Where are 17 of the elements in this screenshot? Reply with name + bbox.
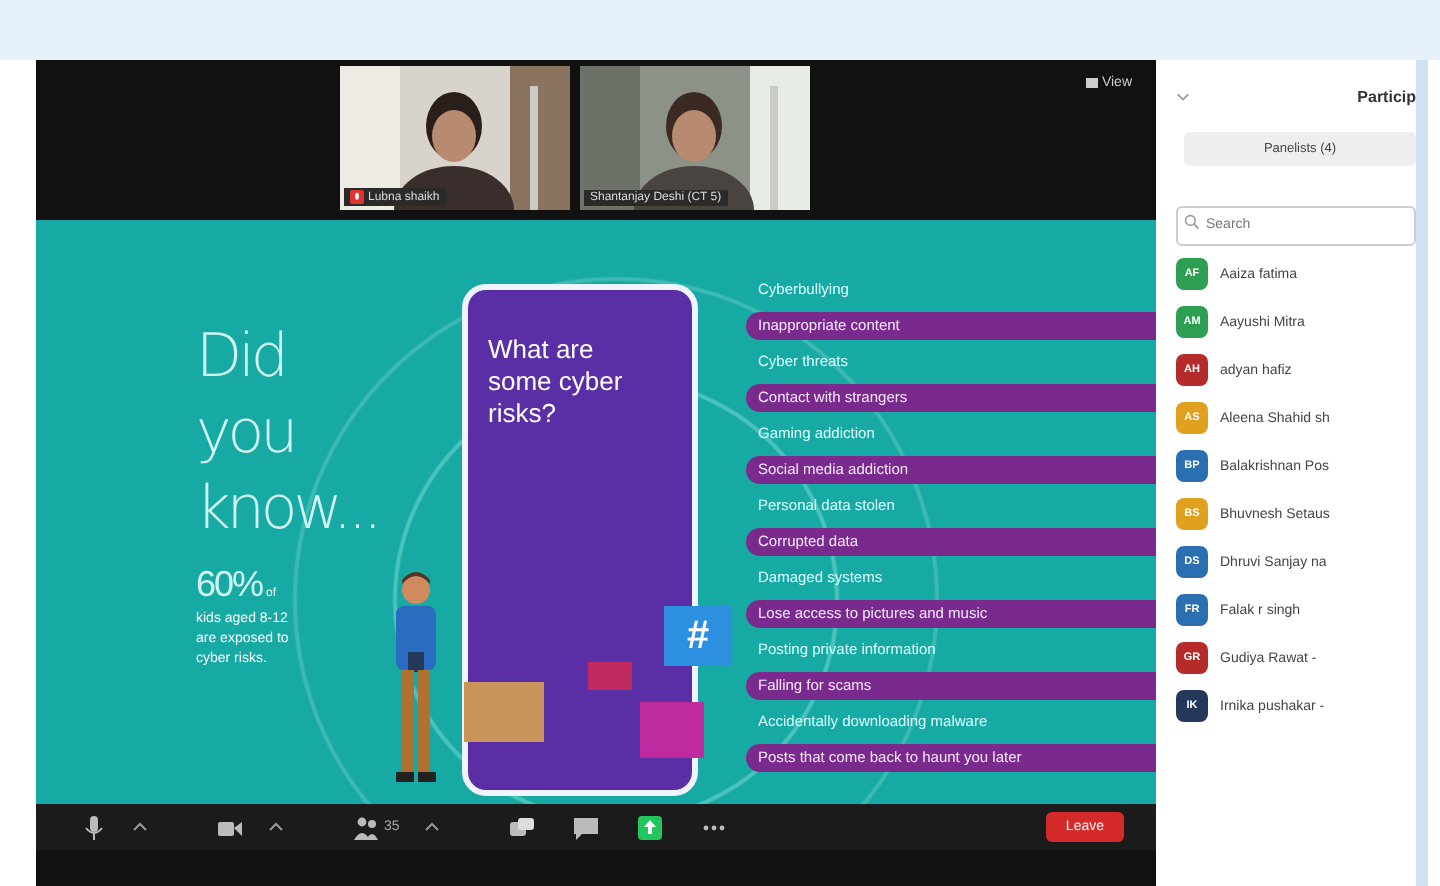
- caret-icon[interactable]: [268, 822, 284, 832]
- slide-heading: Did: [196, 320, 287, 396]
- panel-title: Particip: [1357, 87, 1416, 105]
- slide-heading: you: [196, 396, 297, 472]
- slide-heading: know...: [196, 472, 381, 548]
- search-icon: [1184, 214, 1200, 230]
- microphone-icon: [80, 813, 108, 841]
- people-icon: [352, 813, 380, 841]
- phone-question: What are some cyber risks?: [486, 332, 625, 430]
- statistic: 60%: [196, 564, 263, 606]
- speech-bubbles-icon: [507, 813, 536, 841]
- caret-icon[interactable]: [423, 822, 440, 832]
- share-screen-icon: [635, 813, 664, 841]
- collapse-icon[interactable]: [1176, 91, 1190, 101]
- hashtag-bubble: #: [664, 606, 732, 666]
- chat-icon: [571, 813, 600, 841]
- caret-icon[interactable]: [132, 822, 148, 832]
